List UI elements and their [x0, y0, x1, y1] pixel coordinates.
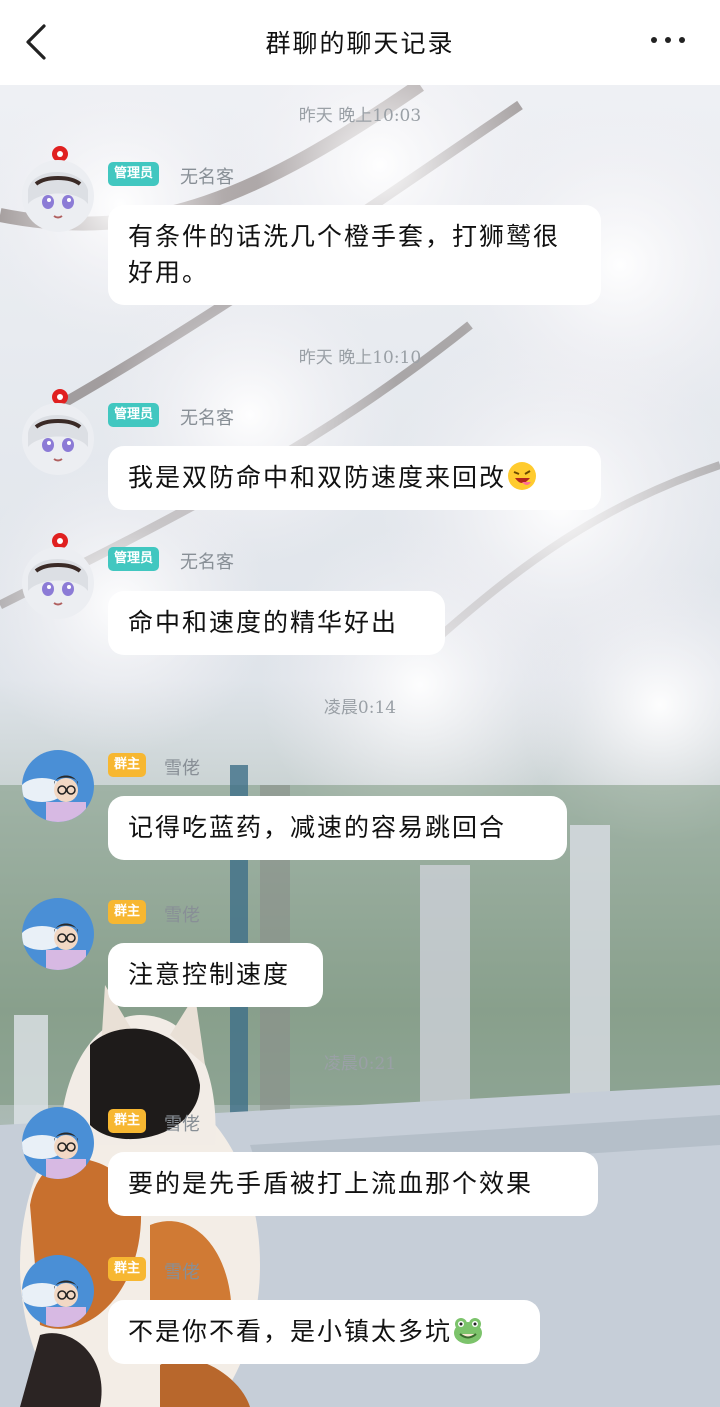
timestamp: 凌晨0:21: [323, 1054, 397, 1074]
role-badge-admin: 管理员: [108, 403, 160, 427]
role-badge-admin: 管理员: [108, 547, 160, 571]
sender-name: 雪佬: [164, 758, 200, 779]
avatar[interactable]: [22, 898, 94, 970]
navigation-bar: 群聊的聊天记录: [0, 0, 720, 85]
message-bubble[interactable]: 我是双防命中和双防速度来回改: [108, 446, 601, 510]
message-bubble[interactable]: 要的是先手盾被打上流血那个效果: [108, 1152, 598, 1216]
avatar[interactable]: [22, 146, 94, 232]
frog-emoji: [454, 1318, 483, 1344]
avatar[interactable]: [22, 1255, 94, 1327]
role-badge-owner: 群主: [108, 1257, 147, 1281]
avatar[interactable]: [22, 533, 94, 619]
message-bubble[interactable]: 记得吃蓝药，减速的容易跳回合: [108, 796, 567, 860]
message-text: 我是双防命中和双防速度来回改: [128, 463, 507, 492]
laughing-face-emoji: [508, 462, 537, 490]
message-text: 不是你不看，是小镇太多坑: [128, 1317, 453, 1346]
timestamp: 昨天 晚上10:10: [298, 348, 422, 368]
timestamp: 凌晨0:14: [323, 698, 397, 718]
page-title: 群聊的聊天记录: [265, 29, 455, 58]
avatar[interactable]: [22, 1107, 94, 1179]
message-bubble[interactable]: 不是你不看，是小镇太多坑: [108, 1300, 540, 1364]
role-badge-owner: 群主: [108, 753, 147, 777]
role-badge-owner: 群主: [108, 900, 147, 924]
message-list[interactable]: 昨天 晚上10:03 管理员 无名客 有条件的话洗几个橙手套，打狮鹫很好用。 昨…: [0, 85, 720, 1407]
sender-name: 无名客: [180, 408, 234, 429]
sender-name: 雪佬: [164, 1114, 200, 1135]
avatar[interactable]: [22, 389, 94, 475]
sender-name: 雪佬: [164, 1262, 200, 1283]
more-button[interactable]: [646, 28, 696, 52]
message-bubble[interactable]: 命中和速度的精华好出: [108, 591, 445, 655]
timestamp: 昨天 晚上10:03: [298, 106, 422, 126]
role-badge-admin: 管理员: [108, 162, 160, 186]
sender-name: 无名客: [180, 552, 234, 573]
message-bubble[interactable]: 有条件的话洗几个橙手套，打狮鹫很好用。: [108, 205, 601, 305]
sender-name: 无名客: [180, 167, 234, 188]
more-dots-icon: [651, 37, 685, 43]
message-bubble[interactable]: 注意控制速度: [108, 943, 323, 1007]
avatar[interactable]: [22, 750, 94, 822]
sender-name: 雪佬: [164, 905, 200, 926]
role-badge-owner: 群主: [108, 1109, 147, 1133]
